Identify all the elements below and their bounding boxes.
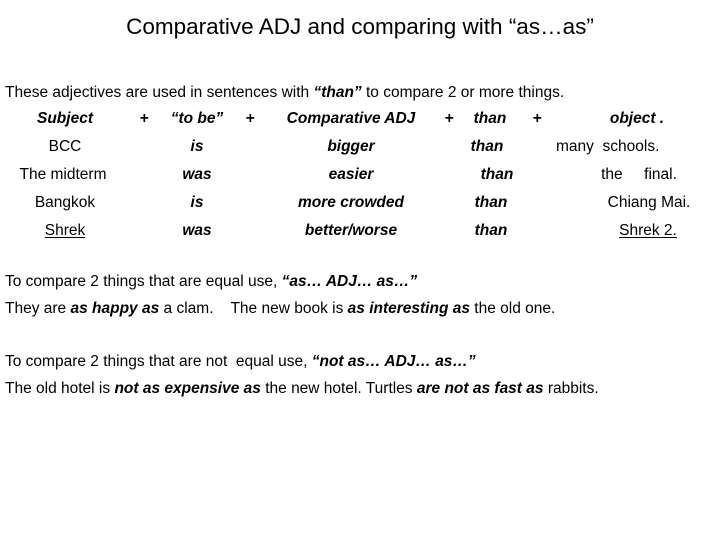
row-to-be: was bbox=[182, 222, 212, 239]
row-gap bbox=[438, 161, 460, 189]
equal-example-a-before: They are bbox=[5, 300, 71, 317]
equal-rule-pattern: “as… ADJ… as…” bbox=[281, 273, 418, 290]
table-header-row: Subject + “to be” + Comparative ADJ + th… bbox=[0, 105, 720, 133]
header-object: object . bbox=[609, 110, 665, 127]
row-gap bbox=[236, 217, 264, 245]
row-to-be: is bbox=[190, 138, 204, 155]
row-gap bbox=[130, 161, 158, 189]
not-equal-example-b-before: Turtles bbox=[365, 380, 417, 397]
row-gap bbox=[130, 133, 158, 161]
row-subject: BCC bbox=[48, 138, 82, 155]
equal-example-a-after: a clam. bbox=[159, 300, 231, 317]
row-subject: The midterm bbox=[19, 166, 107, 183]
row-gap bbox=[520, 161, 554, 189]
row-gap bbox=[438, 217, 460, 245]
page-title: Comparative ADJ and comparing with “as…a… bbox=[126, 14, 594, 39]
header-plus-2: + bbox=[245, 110, 255, 127]
formula-table: Subject + “to be” + Comparative ADJ + th… bbox=[0, 105, 720, 245]
row-comparative-adj: more crowded bbox=[298, 194, 404, 211]
not-equal-rule-text: To compare 2 things that are not equal u… bbox=[5, 353, 312, 370]
row-subject-underlined: Shrek bbox=[44, 222, 86, 239]
row-object-underlined: Shrek 2. bbox=[619, 222, 677, 239]
header-plus-4: + bbox=[532, 110, 542, 127]
header-comparative-adj: Comparative ADJ bbox=[286, 110, 416, 127]
header-to-be: “to be” bbox=[170, 110, 224, 127]
table-row: Shrek was better/worse than Shrek 2. bbox=[0, 217, 720, 245]
intro-text-before: These adjectives are used in sentences w… bbox=[5, 84, 314, 101]
header-subject: Subject bbox=[37, 110, 93, 127]
equal-example-a-emphasis: as happy as bbox=[70, 300, 160, 317]
row-than: than bbox=[474, 194, 508, 211]
row-gap bbox=[438, 189, 460, 217]
row-gap bbox=[130, 189, 158, 217]
not-equal-example-a-emphasis: not as expensive as bbox=[114, 380, 261, 397]
equal-example-b-before: The new book is bbox=[230, 300, 348, 317]
table-row: Bangkok is more crowded than Chiang Mai. bbox=[0, 189, 720, 217]
row-gap bbox=[438, 133, 460, 161]
row-subject: Bangkok bbox=[34, 194, 96, 211]
row-gap bbox=[236, 161, 264, 189]
row-object: many schools. bbox=[556, 138, 660, 155]
intro-text-after: to compare 2 or more things. bbox=[361, 84, 565, 101]
equal-example-b-emphasis: as interesting as bbox=[347, 300, 470, 317]
row-gap bbox=[236, 189, 264, 217]
table-row: The midterm was easier than the final. bbox=[0, 161, 720, 189]
not-equal-rule-pattern: “not as… ADJ… as…” bbox=[311, 353, 476, 370]
row-gap bbox=[236, 133, 264, 161]
not-equal-example-a-after: the new hotel. bbox=[260, 380, 366, 397]
intro-emphasis-than: “than” bbox=[313, 84, 362, 101]
equal-comparison-section: To compare 2 things that are equal use, … bbox=[5, 268, 715, 322]
row-comparative-adj: bigger bbox=[327, 138, 375, 155]
row-gap bbox=[520, 217, 554, 245]
slide-canvas: Comparative ADJ and comparing with “as…a… bbox=[0, 0, 720, 540]
header-plus-1: + bbox=[139, 110, 149, 127]
equal-rule-text: To compare 2 things that are equal use, bbox=[5, 273, 282, 290]
not-equal-rule-line: To compare 2 things that are not equal u… bbox=[5, 348, 715, 375]
row-gap bbox=[130, 217, 158, 245]
row-comparative-adj: better/worse bbox=[304, 222, 398, 239]
row-to-be: is bbox=[190, 194, 204, 211]
row-to-be: was bbox=[182, 166, 212, 183]
not-equal-example-a-before: The old hotel is bbox=[5, 380, 115, 397]
row-object: Chiang Mai. bbox=[607, 194, 691, 211]
row-gap bbox=[520, 189, 554, 217]
equal-examples-line: They are as happy as a clam. The new boo… bbox=[5, 295, 715, 322]
row-gap bbox=[520, 133, 554, 161]
table-row: BCC is bigger than many schools. bbox=[0, 133, 720, 161]
equal-example-b-after: the old one. bbox=[469, 300, 556, 317]
row-object: the final. bbox=[601, 166, 677, 183]
not-equal-example-b-after: rabbits. bbox=[543, 380, 599, 397]
row-than: than bbox=[480, 166, 514, 183]
not-equal-examples-line: The old hotel is not as expensive as the… bbox=[5, 375, 715, 402]
row-object: Shrek 2. bbox=[554, 217, 720, 245]
row-than: than bbox=[470, 138, 504, 155]
row-than: than bbox=[474, 222, 508, 239]
equal-rule-line: To compare 2 things that are equal use, … bbox=[5, 268, 715, 295]
header-than: than bbox=[473, 110, 507, 127]
header-plus-3: + bbox=[444, 110, 454, 127]
row-subject: Shrek bbox=[0, 217, 130, 245]
intro-sentence: These adjectives are used in sentences w… bbox=[5, 79, 564, 106]
row-comparative-adj: easier bbox=[328, 166, 374, 183]
not-equal-comparison-section: To compare 2 things that are not equal u… bbox=[5, 348, 715, 402]
not-equal-example-b-emphasis: are not as fast as bbox=[416, 380, 544, 397]
